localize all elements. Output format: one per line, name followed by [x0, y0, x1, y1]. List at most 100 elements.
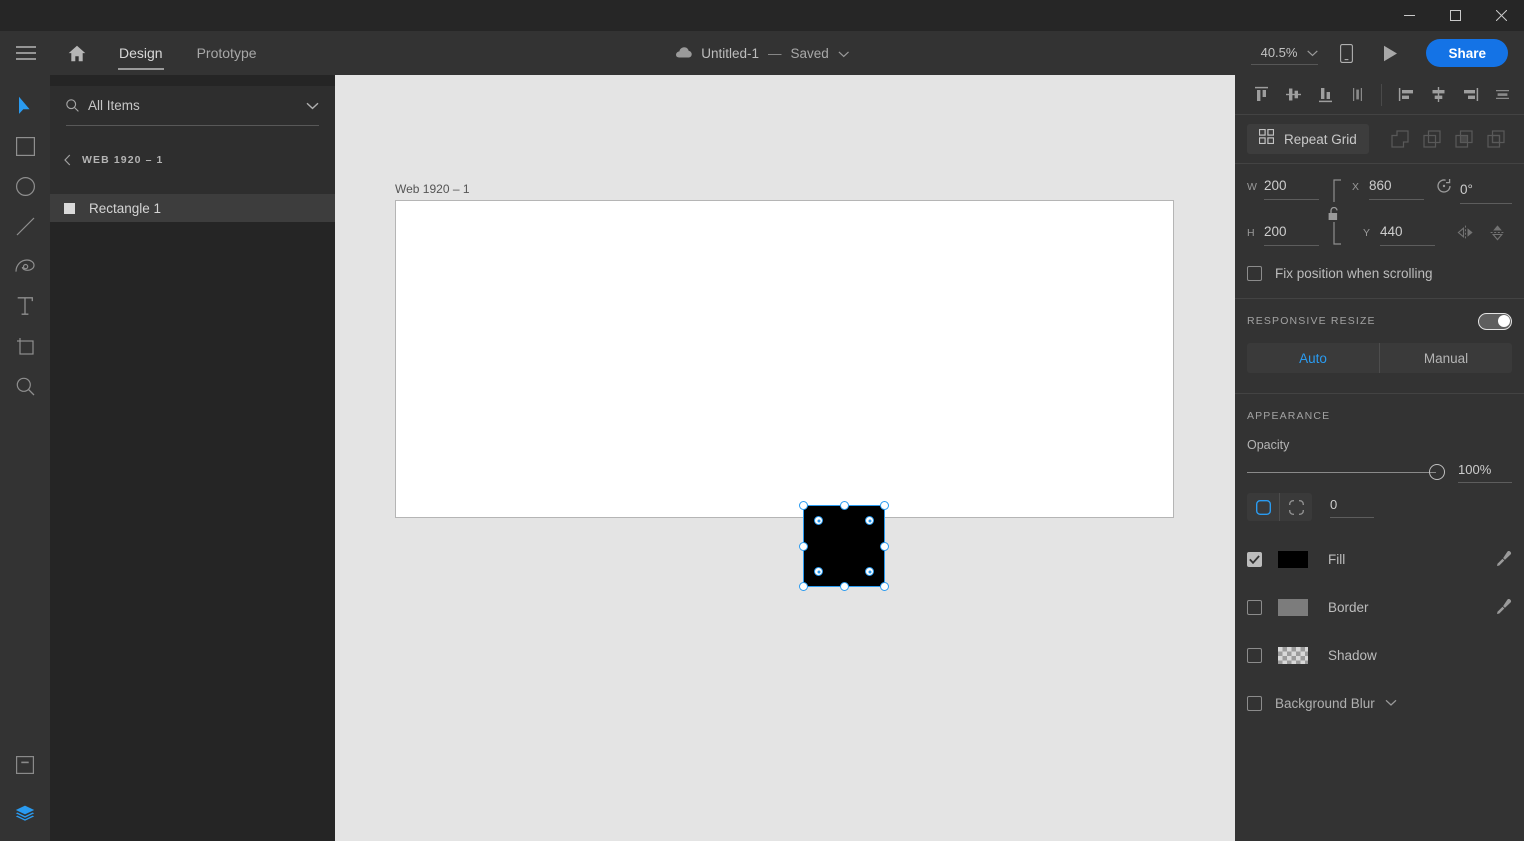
share-button[interactable]: Share: [1426, 39, 1508, 67]
border-eyedropper-icon[interactable]: [1496, 599, 1512, 615]
boolean-add-icon[interactable]: [1384, 123, 1416, 155]
tab-prototype-label: Prototype: [196, 45, 257, 61]
resize-handle-middle-left[interactable]: [799, 541, 808, 551]
tab-prototype[interactable]: Prototype: [180, 31, 274, 75]
rotation-field[interactable]: 0°: [1436, 178, 1512, 204]
corner-radius-handle-top-right[interactable]: [865, 516, 874, 525]
flip-horizontal-icon[interactable]: [1457, 225, 1474, 240]
document-title[interactable]: Untitled-1 — Saved: [675, 31, 849, 75]
corner-radius-value[interactable]: 0: [1330, 497, 1374, 518]
height-field[interactable]: H 200: [1247, 224, 1319, 246]
align-bottom-icon[interactable]: [1309, 79, 1341, 111]
layers-breadcrumb[interactable]: WEB 1920 – 1: [50, 148, 335, 172]
minimize-button[interactable]: [1386, 0, 1432, 31]
fix-position-checkbox[interactable]: [1247, 265, 1262, 281]
pen-tool[interactable]: [5, 246, 45, 286]
shadow-checkbox[interactable]: [1247, 647, 1262, 663]
layer-item-rectangle-1[interactable]: Rectangle 1: [50, 194, 335, 222]
layers-search-row[interactable]: All Items: [66, 86, 319, 126]
responsive-mode-manual[interactable]: Manual: [1380, 343, 1512, 373]
corner-radius-handle-top-left[interactable]: [814, 516, 823, 525]
cloud-icon: [675, 46, 692, 61]
text-tool[interactable]: [5, 286, 45, 326]
toggle-knob: [1498, 314, 1510, 327]
height-value[interactable]: 200: [1264, 224, 1319, 246]
responsive-resize-title: RESPONSIVE RESIZE: [1247, 315, 1376, 327]
responsive-mode-auto[interactable]: Auto: [1247, 343, 1379, 373]
align-center-icon[interactable]: [1422, 79, 1454, 111]
width-value[interactable]: 200: [1264, 178, 1319, 200]
opacity-slider-track[interactable]: [1247, 464, 1445, 480]
boolean-intersect-icon[interactable]: [1448, 123, 1480, 155]
resize-handle-bottom-right[interactable]: [880, 582, 889, 591]
border-color-swatch[interactable]: [1278, 598, 1308, 616]
select-tool[interactable]: [5, 86, 45, 126]
opacity-value[interactable]: 100%: [1458, 462, 1512, 483]
fix-position-row[interactable]: Fix position when scrolling: [1247, 258, 1512, 288]
resize-handle-bottom-center[interactable]: [839, 582, 849, 591]
boolean-subtract-icon[interactable]: [1416, 123, 1448, 155]
corner-uniform-icon[interactable]: [1247, 493, 1279, 521]
line-tool[interactable]: [5, 206, 45, 246]
fill-eyedropper-icon[interactable]: [1496, 551, 1512, 567]
align-middle-icon[interactable]: [1277, 79, 1309, 111]
assets-panel-icon[interactable]: [5, 745, 45, 785]
y-value[interactable]: 440: [1380, 224, 1435, 246]
boolean-exclude-icon[interactable]: [1480, 123, 1512, 155]
fill-checkbox[interactable]: [1247, 551, 1262, 567]
background-blur-checkbox[interactable]: [1247, 695, 1262, 711]
tab-design[interactable]: Design: [102, 31, 180, 75]
chevron-left-icon[interactable]: [64, 154, 71, 166]
align-left-icon[interactable]: [1390, 79, 1422, 111]
repeat-grid-button[interactable]: Repeat Grid: [1247, 124, 1369, 154]
chevron-down-icon[interactable]: [1385, 694, 1397, 712]
corner-radius-handle-bottom-left[interactable]: [814, 567, 823, 576]
artboard-tool[interactable]: [5, 326, 45, 366]
width-field[interactable]: W 200: [1247, 178, 1319, 200]
layers-filter-value[interactable]: All Items: [88, 98, 306, 113]
desktop-preview-play-icon[interactable]: [1368, 31, 1412, 75]
align-top-icon[interactable]: [1245, 79, 1277, 111]
distribute-vertical-icon[interactable]: [1341, 79, 1373, 111]
fill-row: Fill: [1235, 535, 1524, 583]
chevron-down-icon[interactable]: [838, 46, 849, 61]
resize-handle-top-left[interactable]: [799, 501, 808, 510]
close-button[interactable]: [1478, 0, 1524, 31]
fill-color-swatch[interactable]: [1278, 550, 1308, 568]
resize-handle-middle-right[interactable]: [880, 541, 889, 551]
hamburger-menu-icon[interactable]: [0, 31, 52, 75]
rotation-value[interactable]: 0°: [1460, 182, 1512, 204]
selected-rectangle-shape[interactable]: [799, 501, 889, 591]
distribute-horizontal-icon[interactable]: [1486, 79, 1518, 111]
resize-handle-bottom-left[interactable]: [799, 582, 808, 591]
resize-handle-top-right[interactable]: [880, 501, 889, 510]
zoom-level-field[interactable]: 40.5%: [1245, 31, 1324, 75]
home-icon[interactable]: [52, 31, 102, 75]
border-checkbox[interactable]: [1247, 599, 1262, 615]
maximize-button[interactable]: [1432, 0, 1478, 31]
y-position-field[interactable]: Y 440: [1363, 224, 1435, 246]
ellipse-tool[interactable]: [5, 166, 45, 206]
preview-on-device-icon[interactable]: [1324, 31, 1368, 75]
fix-position-label: Fix position when scrolling: [1275, 265, 1433, 281]
artboard-name-label[interactable]: Web 1920 – 1: [395, 182, 470, 196]
artboard-web-1920-1[interactable]: [395, 200, 1174, 591]
flip-vertical-icon[interactable]: [1490, 224, 1505, 241]
responsive-resize-toggle[interactable]: [1478, 312, 1512, 330]
x-position-field[interactable]: X 860: [1352, 178, 1424, 200]
lock-open-icon[interactable]: [1328, 206, 1340, 226]
chevron-down-icon[interactable]: [306, 102, 319, 110]
opacity-slider-knob[interactable]: [1429, 464, 1445, 480]
layers-panel-icon[interactable]: [5, 793, 45, 833]
rectangle-tool[interactable]: [5, 126, 45, 166]
align-right-icon[interactable]: [1454, 79, 1486, 111]
zoom-tool[interactable]: [5, 366, 45, 406]
shadow-color-swatch[interactable]: [1278, 646, 1308, 664]
document-name: Untitled-1: [701, 45, 759, 61]
design-canvas[interactable]: Web 1920 – 1: [335, 75, 1235, 841]
chevron-down-icon[interactable]: [1299, 44, 1319, 62]
corner-individual-icon[interactable]: [1280, 493, 1312, 521]
corner-radius-handle-bottom-right[interactable]: [865, 567, 874, 576]
resize-handle-top-center[interactable]: [839, 501, 849, 510]
x-value[interactable]: 860: [1369, 178, 1424, 200]
